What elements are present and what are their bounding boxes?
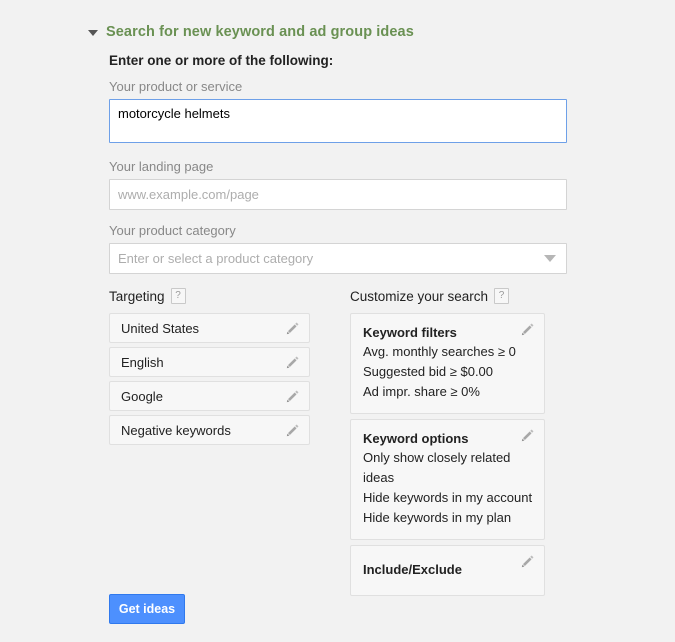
help-icon-targeting[interactable]: ?	[170, 288, 186, 304]
product-category-label: Your product category	[109, 223, 236, 238]
targeting-row-label: Negative keywords	[121, 422, 231, 438]
pencil-icon[interactable]	[285, 389, 300, 404]
pencil-icon[interactable]	[520, 322, 535, 337]
landing-field-block: Your landing page	[109, 159, 567, 210]
chevron-down-icon	[544, 255, 556, 262]
customize-heading-text: Customize your search	[350, 288, 489, 304]
panel-title: Include/Exclude	[363, 562, 462, 577]
customize-column: Customize your search ? Keyword filters …	[350, 288, 545, 601]
panel-keyword-options[interactable]: Keyword options Only show closely relate…	[350, 419, 545, 540]
targeting-row-network[interactable]: Google	[109, 381, 310, 411]
landing-page-input[interactable]	[109, 179, 567, 210]
product-or-service-input[interactable]	[109, 99, 567, 143]
product-field-label: Your product or service	[109, 79, 243, 94]
section-header[interactable]: Search for new keyword and ad group idea…	[88, 24, 414, 40]
panel-line: Avg. monthly searches ≥ 0	[363, 344, 516, 359]
product-field-block: Your product or service	[109, 79, 567, 146]
help-icon-customize[interactable]: ?	[494, 288, 510, 304]
product-category-select[interactable]: Enter or select a product category	[109, 243, 567, 274]
product-category-placeholder: Enter or select a product category	[118, 251, 314, 266]
panel-line: Hide keywords in my plan	[363, 510, 512, 525]
triangle-down-icon[interactable]	[88, 30, 98, 36]
targeting-row-negative-keywords[interactable]: Negative keywords	[109, 415, 310, 445]
landing-page-label: Your landing page	[109, 159, 214, 174]
panel-line: Only show closely related ideas	[363, 450, 511, 485]
targeting-heading: Targeting ?	[109, 288, 310, 304]
panel-title: Keyword filters	[363, 325, 457, 340]
targeting-row-language[interactable]: English	[109, 347, 310, 377]
panel-keyword-filters[interactable]: Keyword filters Avg. monthly searches ≥ …	[350, 313, 545, 414]
pencil-icon[interactable]	[520, 428, 535, 443]
targeting-row-label: Google	[121, 388, 163, 404]
targeting-row-label: United States	[121, 320, 200, 336]
targeting-row-label: English	[121, 354, 164, 370]
pencil-icon[interactable]	[520, 554, 535, 569]
panel-line: Suggested bid ≥ $0.00	[363, 364, 494, 379]
search-form: Enter one or more of the following: Your…	[109, 53, 567, 287]
targeting-row-location[interactable]: United States	[109, 313, 310, 343]
section-title: Search for new keyword and ad group idea…	[106, 24, 414, 40]
panel-line: Ad impr. share ≥ 0%	[363, 384, 480, 399]
pencil-icon[interactable]	[285, 321, 300, 336]
targeting-column: Targeting ? United States English Google	[109, 288, 310, 449]
targeting-heading-text: Targeting	[109, 288, 165, 304]
get-ideas-button[interactable]: Get ideas	[109, 594, 185, 624]
pencil-icon[interactable]	[285, 423, 300, 438]
pencil-icon[interactable]	[285, 355, 300, 370]
options-columns: Targeting ? United States English Google	[0, 288, 675, 596]
panel-include-exclude[interactable]: Include/Exclude	[350, 545, 545, 596]
customize-heading: Customize your search ?	[350, 288, 545, 304]
panel-title: Keyword options	[363, 431, 469, 446]
panel-line: Hide keywords in my account	[363, 490, 533, 505]
form-heading: Enter one or more of the following:	[109, 53, 334, 68]
category-field-block: Your product category Enter or select a …	[109, 223, 567, 274]
